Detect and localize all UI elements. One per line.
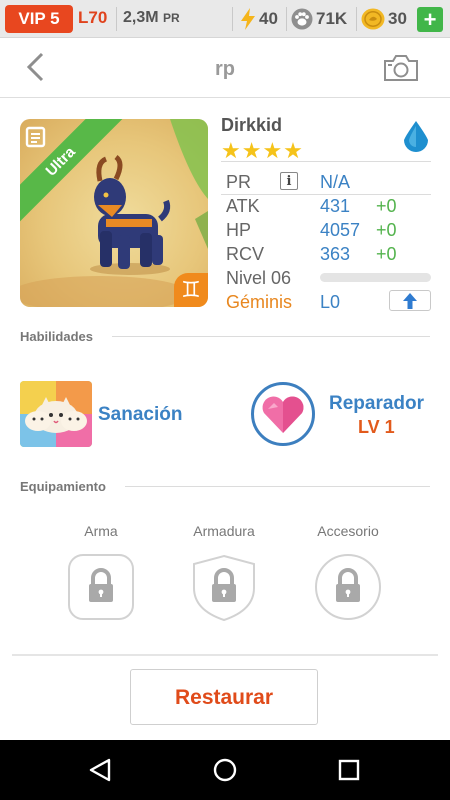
power-rating-value: 2,3M — [123, 9, 159, 26]
energy-value: 40 — [259, 9, 278, 28]
monster-portrait[interactable]: Ultra ♊ — [20, 119, 208, 307]
armor-label: Armadura — [193, 523, 255, 539]
skill-icon[interactable] — [20, 381, 92, 447]
home-nav-icon[interactable] — [212, 757, 238, 783]
armor-slot[interactable] — [191, 554, 257, 627]
rcv-label: RCV — [226, 244, 265, 264]
level-label: Nivel 06 — [226, 268, 292, 288]
arrow-up-icon — [403, 293, 417, 309]
pr-label: PR — [226, 172, 252, 192]
zodiac-icon: ♊ — [174, 273, 208, 307]
paw-value: 71K — [316, 9, 348, 28]
lightning-icon — [241, 8, 255, 30]
atk-bonus: +0 — [376, 196, 397, 216]
back-nav-icon[interactable] — [87, 757, 113, 783]
hp-label: HP — [226, 220, 252, 240]
lock-icon — [193, 554, 255, 622]
cat-faces-icon — [20, 381, 92, 447]
zodiac-level: L0 — [320, 292, 341, 312]
page-header: rp — [0, 38, 450, 98]
upgrade-button[interactable] — [389, 290, 431, 311]
divider — [286, 7, 287, 31]
top-status-bar: VIP 5 L70 2,3M PR 40 71K 30 + — [0, 0, 450, 38]
equipment-heading: Equipamiento — [20, 479, 106, 494]
divider — [125, 486, 430, 487]
power-rating-unit: PR — [163, 11, 180, 25]
leader-skill-level: LV 1 — [358, 417, 395, 437]
energy-counter[interactable]: 40 — [240, 8, 278, 30]
vip-badge[interactable]: VIP 5 — [5, 5, 73, 33]
restore-button[interactable]: Restaurar — [130, 669, 318, 725]
atk-label: ATK — [226, 196, 260, 216]
camera-icon — [384, 55, 418, 81]
lock-icon — [68, 554, 134, 620]
hp-value: 4057 — [320, 220, 361, 240]
xp-progress-bar — [320, 273, 431, 282]
divider — [356, 7, 357, 31]
atk-value: 431 — [320, 196, 351, 216]
water-element-icon — [404, 121, 428, 152]
notes-icon[interactable] — [23, 123, 49, 149]
divider — [221, 161, 431, 162]
paw-icon — [291, 8, 313, 30]
zodiac-label: Géminis — [226, 292, 293, 312]
skill-name[interactable]: Sanación — [98, 404, 182, 426]
leader-skill-name[interactable]: Reparador — [329, 393, 424, 415]
heart-icon — [262, 396, 304, 433]
leader-skill-icon[interactable] — [251, 382, 315, 446]
divider — [12, 654, 438, 656]
hp-bonus: +0 — [376, 220, 397, 240]
player-level: L70 — [78, 8, 108, 27]
divider — [232, 7, 233, 31]
accessory-label: Accesorio — [317, 523, 379, 539]
system-navigation-bar — [0, 740, 450, 800]
divider — [112, 336, 430, 337]
coin-counter[interactable]: 30 — [361, 8, 407, 30]
accessory-slot[interactable] — [315, 554, 381, 625]
abilities-heading: Habilidades — [20, 329, 93, 344]
weapon-slot[interactable] — [68, 554, 134, 625]
add-currency-button[interactable]: + — [417, 7, 443, 32]
monster-name: Dirkkid — [221, 115, 283, 135]
divider — [221, 194, 431, 195]
rcv-value: 363 — [320, 244, 351, 264]
coin-value: 30 — [388, 9, 407, 28]
rcv-bonus: +0 — [376, 244, 397, 264]
paw-counter[interactable]: 71K — [291, 8, 347, 30]
info-button[interactable]: i — [280, 172, 298, 190]
lock-icon — [315, 554, 381, 620]
divider — [116, 7, 117, 31]
recents-nav-icon[interactable] — [337, 758, 361, 782]
pr-value: N/A — [320, 172, 351, 192]
coin-icon — [361, 8, 385, 30]
power-rating: 2,3M PR — [123, 9, 180, 27]
camera-button[interactable] — [382, 53, 420, 88]
weapon-label: Arma — [84, 523, 118, 539]
